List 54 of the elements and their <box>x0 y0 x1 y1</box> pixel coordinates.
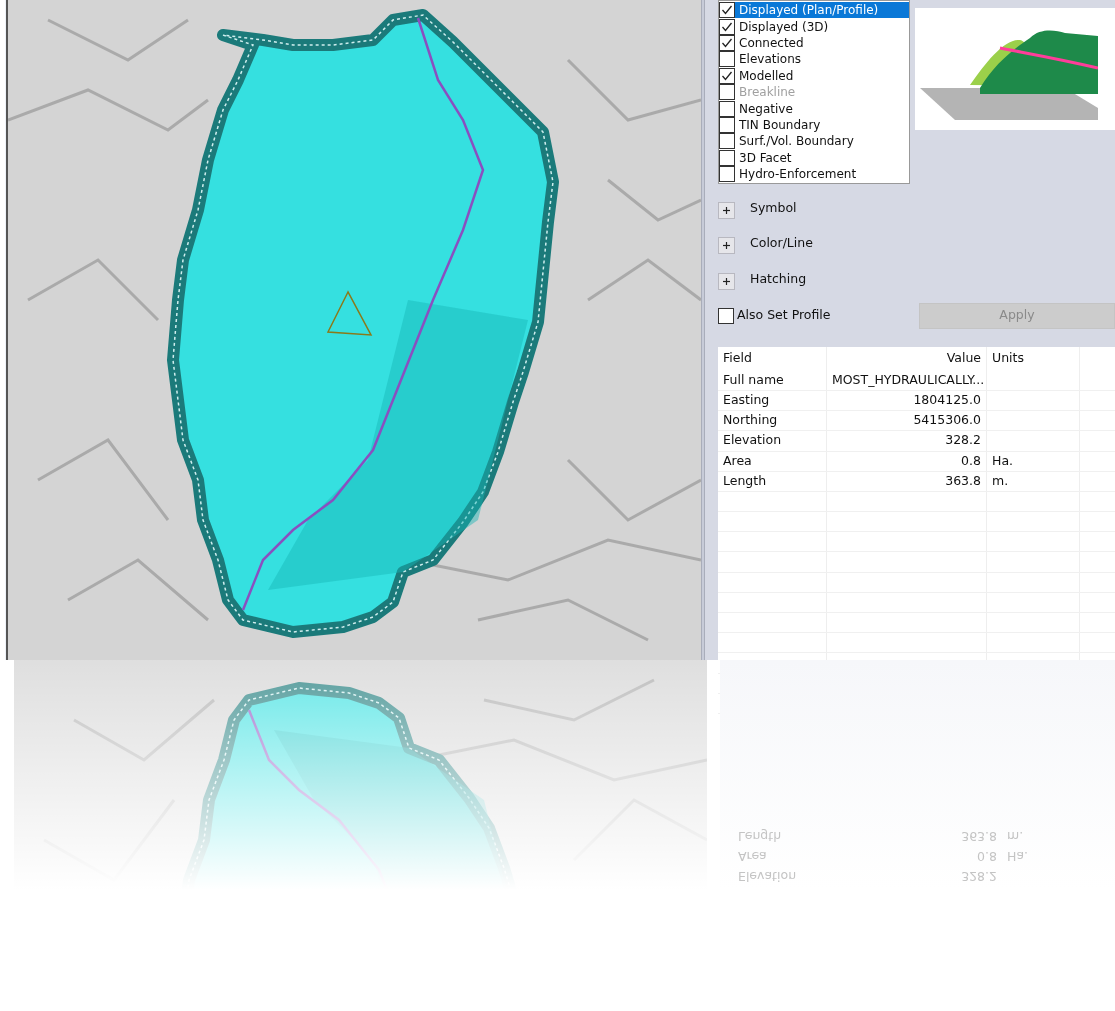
table-cell: Northing <box>718 411 827 431</box>
reflected-text: 328.2 <box>960 868 998 885</box>
table-cell: 328.2 <box>827 431 987 451</box>
layer-list-item[interactable]: TIN Boundary <box>719 116 909 134</box>
reflected-text: 0.8 <box>976 848 998 865</box>
table-cell: Elevation <box>718 431 827 451</box>
table-cell: 1804125.0 <box>827 391 987 411</box>
checkbox[interactable] <box>718 307 734 324</box>
layer-list-item[interactable]: Elevations <box>719 51 909 68</box>
table-cell: Easting <box>718 391 827 411</box>
checkbox[interactable] <box>719 133 735 150</box>
column-header[interactable]: Field <box>718 346 827 371</box>
plus-icon <box>722 276 731 286</box>
table-cell: MOST_HYDRAULICALLY... <box>827 370 987 390</box>
expand-toggle[interactable] <box>718 237 735 255</box>
checkbox[interactable] <box>719 100 735 117</box>
reflected-text: m. <box>1006 828 1025 845</box>
reflected-text: Length <box>737 828 783 845</box>
section-title: Symbol <box>750 198 797 217</box>
table-cell: Area <box>718 451 827 471</box>
layer-list-item[interactable]: Negative <box>719 100 909 117</box>
checkbox[interactable] <box>719 67 735 84</box>
table-cell: 363.8 <box>827 471 987 491</box>
section-title: Hatching <box>750 269 807 288</box>
table-cell: 0.8 <box>827 451 987 471</box>
column-header[interactable]: Units <box>987 346 1080 371</box>
checkbox[interactable] <box>719 2 735 19</box>
expand-toggle[interactable] <box>718 201 735 219</box>
table-cell: 5415306.0 <box>827 411 987 431</box>
checkbox[interactable] <box>719 149 735 166</box>
table-cell: Length <box>718 471 827 491</box>
reflected-text: 363.8 <box>960 828 998 845</box>
checkbox-label: Also Set Profile <box>736 306 832 325</box>
plus-icon <box>722 241 731 251</box>
checkbox[interactable] <box>719 51 735 68</box>
table-cell: Full name <box>718 370 827 390</box>
column-header[interactable]: Value <box>827 346 987 371</box>
layer-list-item[interactable]: Surf./Vol. Boundary <box>719 133 909 150</box>
layer-list-item[interactable]: Connected <box>719 34 909 52</box>
table-cell: m. <box>987 471 1080 491</box>
layer-list-item[interactable]: Displayed (Plan/Profile) <box>719 2 909 19</box>
layer-list-item[interactable]: Displayed (3D) <box>719 18 909 35</box>
layer-list-item[interactable]: Hydro-Enforcement <box>719 165 909 183</box>
reflected-text: Elevation <box>737 868 798 885</box>
reflected-text: Ha. <box>1006 848 1030 865</box>
reflected-text: Area <box>737 848 768 865</box>
layer-list-item[interactable]: Modelled <box>719 67 909 84</box>
plus-icon <box>722 205 731 215</box>
table-cell: Ha. <box>987 451 1080 471</box>
section-title: Color/Line <box>750 234 813 253</box>
expand-toggle[interactable] <box>718 272 735 290</box>
layer-list-item[interactable]: 3D Facet <box>719 149 909 166</box>
checkbox[interactable] <box>719 166 735 183</box>
checkbox[interactable] <box>719 18 735 35</box>
